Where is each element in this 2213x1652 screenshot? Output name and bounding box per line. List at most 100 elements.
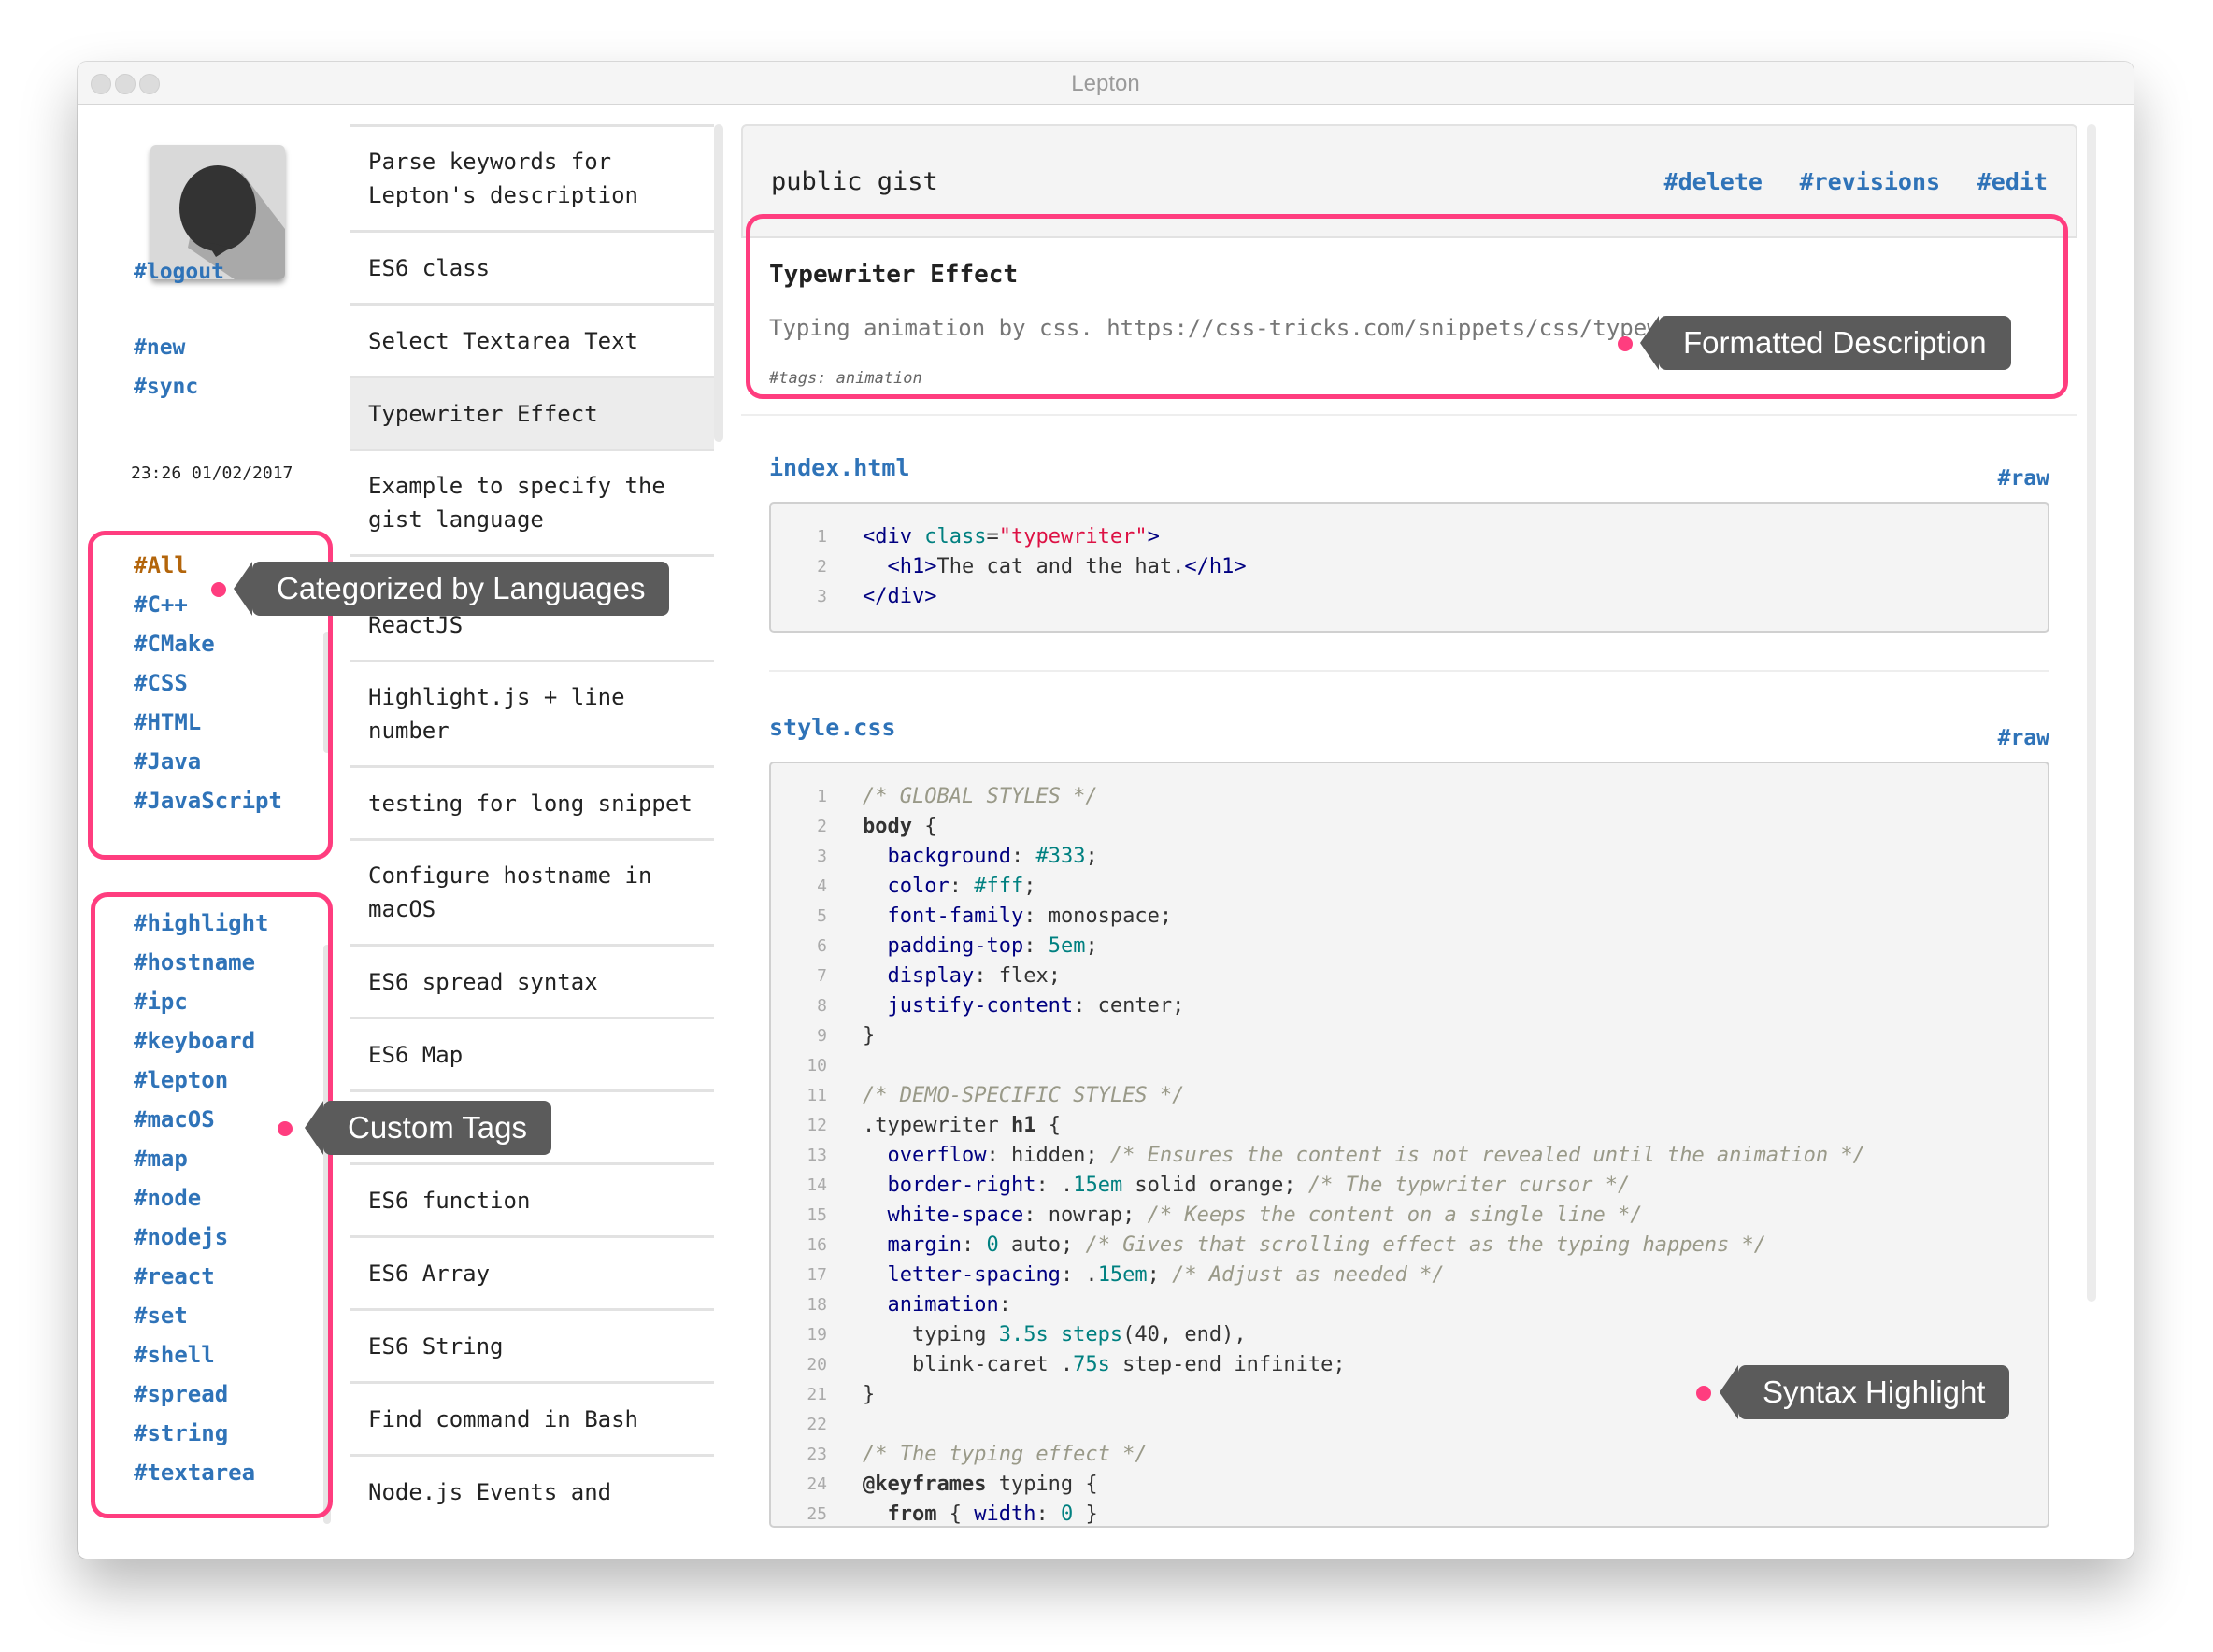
- code-text: typing 3.5s steps(40, end),: [863, 1320, 1247, 1350]
- code-token: </div>: [863, 585, 937, 608]
- gist-list-scrollbar[interactable]: [714, 124, 723, 442]
- gist-list-item[interactable]: ES6 Map: [350, 1017, 714, 1089]
- gist-list-item[interactable]: Example to specify the gist language: [350, 449, 714, 554]
- code-line: 18 animation:: [771, 1290, 2048, 1320]
- code-token: : nowrap;: [1023, 1203, 1148, 1227]
- code-text: .typewriter h1 {: [863, 1111, 1061, 1141]
- code-line: 6 padding-top: 5em;: [771, 932, 2048, 961]
- code-text: justify-content: center;: [863, 991, 1185, 1021]
- code-text: blink-caret .75s step-end infinite;: [863, 1350, 1346, 1380]
- tags-highlight-box: [91, 892, 333, 1518]
- file-header: style.css #raw: [769, 685, 2049, 750]
- code-token: margin: [887, 1233, 962, 1257]
- description-callout: Formatted Description: [1640, 316, 2011, 370]
- line-number: 25: [807, 1504, 827, 1524]
- code-token: #333: [1035, 845, 1086, 868]
- gist-visibility: public gist: [771, 166, 938, 196]
- code-token: ;: [1085, 845, 1098, 868]
- gist-list-item[interactable]: Node.js Events and: [350, 1454, 714, 1527]
- code-token: : .: [1035, 1174, 1074, 1197]
- code-text: from { width: 0 }: [863, 1500, 1098, 1526]
- code-line: 3 </div>: [771, 582, 2048, 612]
- gist-list-item[interactable]: ES6 function: [350, 1162, 714, 1235]
- raw-link[interactable]: #raw: [1998, 726, 2049, 750]
- code-token: ;: [1147, 1263, 1173, 1287]
- code-text: color: #fff;: [863, 872, 1036, 902]
- code-token: h1: [1010, 1114, 1036, 1137]
- sync-link[interactable]: #sync: [134, 375, 198, 399]
- code-token: padding-top: [887, 934, 1024, 958]
- code-text: margin: 0 auto; /* Gives that scrolling …: [863, 1231, 1766, 1260]
- gist-list-item[interactable]: ES6 spread syntax: [350, 944, 714, 1017]
- delete-link[interactable]: #delete: [1664, 168, 1763, 195]
- gist-list-item-title: ES6 String: [368, 1332, 504, 1360]
- logout-link[interactable]: #logout: [134, 260, 224, 284]
- code-text: @keyframes typing {: [863, 1470, 1098, 1500]
- code-token: >: [1147, 525, 1160, 548]
- gist-list-item[interactable]: Configure hostname in macOS: [350, 838, 714, 944]
- code-line: 13 overflow: hidden; /* Ensures the cont…: [771, 1141, 2048, 1171]
- gist-list-item-title: Configure hostname in macOS: [368, 862, 652, 922]
- line-number: 22: [807, 1415, 827, 1434]
- line-number: 16: [807, 1235, 827, 1255]
- code-text: padding-top: 5em;: [863, 932, 1098, 961]
- gist-list-item[interactable]: Find command in Bash: [350, 1381, 714, 1454]
- code-token: auto;: [998, 1233, 1086, 1257]
- gist-list-item-title: ES6 Map: [368, 1041, 464, 1068]
- file-name[interactable]: style.css: [769, 714, 895, 741]
- code-text: /* The typing effect */: [863, 1440, 1148, 1470]
- new-gist-link[interactable]: #new: [134, 335, 185, 360]
- syntax-callout-dot: [1696, 1386, 1711, 1401]
- code-line: 8 justify-content: center;: [771, 991, 2048, 1021]
- code-line: 5 font-family: monospace;: [771, 902, 2048, 932]
- code-line: 3 background: #333;: [771, 842, 2048, 872]
- gist-list-item-title: Find command in Bash: [368, 1405, 638, 1432]
- line-number: 20: [807, 1355, 827, 1374]
- edit-link[interactable]: #edit: [1977, 168, 2048, 195]
- gist-list-item[interactable]: Highlight.js + line number: [350, 660, 714, 765]
- code-token: 0: [1060, 1502, 1074, 1526]
- code-token: class: [924, 525, 987, 548]
- code-block: 1 <div class="typewriter"> 2 <h1>The cat a…: [769, 502, 2049, 633]
- gist-list-item[interactable]: Parse keywords for Lepton's description: [350, 124, 714, 230]
- gist-list-item[interactable]: Typewriter Effect: [350, 376, 714, 449]
- line-number: 1: [817, 527, 827, 547]
- gist-list: Parse keywords for Lepton's description E…: [350, 124, 714, 1527]
- gist-list-item-title: ES6 function: [368, 1187, 531, 1214]
- code-token: : .: [1060, 1263, 1098, 1287]
- file-header: index.html #raw: [769, 425, 2049, 491]
- code-token: {: [936, 1502, 975, 1526]
- code-text: animation:: [863, 1290, 1011, 1320]
- code-token: /* Keeps the content on a single line */: [1147, 1203, 1643, 1227]
- revisions-link[interactable]: #revisions: [1800, 168, 1941, 195]
- code-token: <div: [863, 525, 925, 548]
- code-token: solid orange;: [1122, 1174, 1308, 1197]
- code-line: 2 <h1>The cat and the hat.</h1>: [771, 552, 2048, 582]
- code-token: white-space: [887, 1203, 1024, 1227]
- gist-actions: #delete #revisions #edit: [1636, 168, 2048, 195]
- gist-list-item[interactable]: ES6 String: [350, 1308, 714, 1381]
- code-token: </h1>: [1184, 555, 1247, 578]
- code-token: background: [887, 845, 1011, 868]
- code-text: display: flex;: [863, 961, 1061, 991]
- gist-list-item[interactable]: testing for long snippet: [350, 765, 714, 838]
- code-token: blink-caret .: [863, 1353, 1074, 1376]
- gist-files: index.html #raw 1 <div class="typewriter"> 2…: [741, 425, 2077, 1528]
- code-token: /* GLOBAL STYLES */: [863, 785, 1098, 808]
- gist-list-item[interactable]: ES6 class: [350, 230, 714, 303]
- code-text: <div class="typewriter">: [863, 522, 1160, 552]
- main-scrollbar[interactable]: [2087, 124, 2096, 1302]
- file-name[interactable]: index.html: [769, 454, 910, 481]
- raw-link[interactable]: #raw: [1998, 466, 2049, 491]
- code-text: /* DEMO-SPECIFIC STYLES */: [863, 1081, 1184, 1111]
- code-line: 14 border-right: .15em solid orange; /* …: [771, 1171, 2048, 1201]
- gist-list-item[interactable]: Select Textarea Text: [350, 303, 714, 376]
- code-token: border-right: [887, 1174, 1036, 1197]
- line-number: 14: [807, 1175, 827, 1195]
- code-token: /* Gives that scrolling effect as the ty…: [1085, 1233, 1766, 1257]
- gist-list-item[interactable]: ES6 Array: [350, 1235, 714, 1308]
